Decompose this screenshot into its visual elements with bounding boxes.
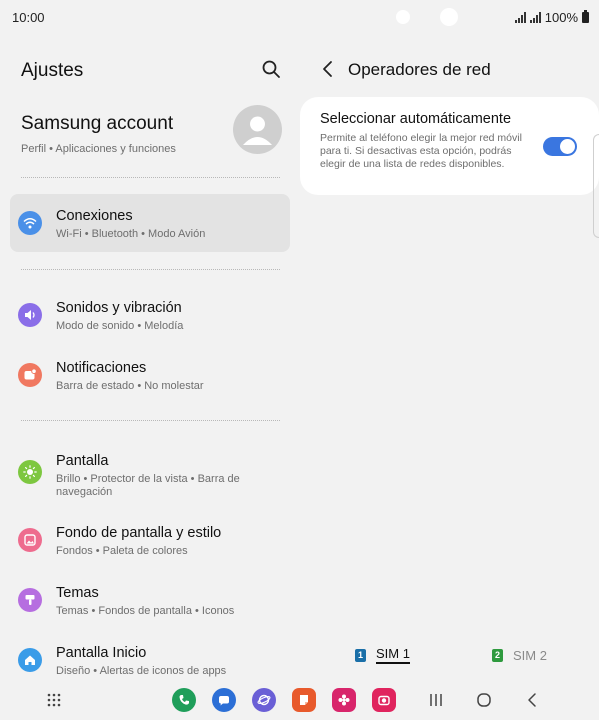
signal-sim2-icon bbox=[529, 12, 541, 23]
camera-cutout-icon bbox=[440, 8, 458, 26]
apps-button[interactable] bbox=[44, 689, 64, 711]
wifi-icon bbox=[18, 211, 42, 235]
notification-icon bbox=[18, 363, 42, 387]
menu-item-display[interactable]: Pantalla Brillo • Protector de la vista … bbox=[10, 439, 290, 505]
auto-select-title: Seleccionar automáticamente bbox=[320, 111, 512, 127]
status-indicators: 100% bbox=[514, 10, 589, 25]
camera-app-icon[interactable] bbox=[372, 688, 396, 712]
auto-select-toggle[interactable] bbox=[543, 137, 577, 156]
recent-apps-button[interactable] bbox=[426, 689, 446, 711]
sun-icon bbox=[18, 460, 42, 484]
menu-item-connections[interactable]: Conexiones Wi-Fi • Bluetooth • Modo Avió… bbox=[10, 194, 290, 252]
menu-item-title: Pantalla bbox=[56, 453, 109, 469]
settings-pane: Ajustes Samsung account Perfil • Aplicac… bbox=[0, 34, 300, 680]
status-time: 10:00 bbox=[12, 10, 45, 25]
menu-item-subtitle: Brillo • Protector de la vista • Barra d… bbox=[56, 473, 240, 498]
avatar bbox=[233, 105, 282, 154]
menu-item-subtitle: Temas • Fondos de pantalla • Iconos bbox=[56, 605, 235, 617]
speaker-icon bbox=[18, 303, 42, 327]
wallpaper-icon bbox=[18, 528, 42, 552]
menu-item-themes[interactable]: Temas Temas • Fondos de pantalla • Icono… bbox=[10, 571, 290, 629]
network-operators-pane: Operadores de red Seleccionar automática… bbox=[300, 34, 599, 680]
gallery-app-icon[interactable] bbox=[332, 688, 356, 712]
menu-item-title: Conexiones bbox=[56, 208, 133, 224]
menu-item-notifications[interactable]: Notificaciones Barra de estado • No mole… bbox=[10, 346, 290, 404]
menu-item-title: Notificaciones bbox=[56, 360, 147, 376]
apps-grid-icon bbox=[47, 693, 61, 707]
search-icon bbox=[262, 60, 280, 78]
sim-tabs: 1 SIM 1 2 SIM 2 bbox=[300, 642, 599, 666]
recent-apps-icon bbox=[430, 694, 442, 706]
back-button[interactable] bbox=[318, 58, 338, 80]
menu-item-subtitle: Wi-Fi • Bluetooth • Modo Avión bbox=[56, 228, 206, 240]
divider bbox=[21, 269, 280, 270]
tab-sim-1[interactable]: 1 SIM 1 bbox=[355, 644, 410, 666]
person-icon bbox=[243, 116, 272, 145]
camera-cutout-icon bbox=[396, 10, 410, 24]
chevron-left-icon bbox=[323, 61, 332, 77]
phone-app-icon[interactable] bbox=[172, 688, 196, 712]
signal-sim1-icon bbox=[514, 12, 526, 23]
divider bbox=[21, 177, 280, 178]
battery-level: 100% bbox=[544, 10, 578, 25]
sim-label: SIM 2 bbox=[513, 647, 547, 663]
menu-item-subtitle: Fondos • Paleta de colores bbox=[56, 545, 188, 557]
back-icon bbox=[528, 693, 536, 707]
menu-item-subtitle: Modo de sonido • Melodía bbox=[56, 320, 184, 332]
tab-sim-2[interactable]: 2 SIM 2 bbox=[492, 644, 547, 666]
nav-back-button[interactable] bbox=[522, 689, 542, 711]
internet-app-icon[interactable] bbox=[252, 688, 276, 712]
home-icon bbox=[18, 648, 42, 672]
menu-item-sounds[interactable]: Sonidos y vibración Modo de sonido • Mel… bbox=[10, 286, 290, 344]
auto-select-description: Permite al teléfono elegir la mejor red … bbox=[320, 132, 522, 170]
battery-icon bbox=[582, 10, 589, 23]
account-subtitle: Perfil • Aplicaciones y funciones bbox=[21, 143, 176, 155]
account-name: Samsung account bbox=[21, 113, 174, 134]
notes-app-icon[interactable] bbox=[292, 688, 316, 712]
brush-icon bbox=[18, 588, 42, 612]
status-bar: 10:00 100% bbox=[0, 0, 599, 34]
menu-item-title: Temas bbox=[56, 585, 99, 601]
navigation-bar bbox=[0, 680, 599, 720]
menu-item-title: Pantalla Inicio bbox=[56, 645, 147, 661]
messages-app-icon[interactable] bbox=[212, 688, 236, 712]
menu-item-title: Fondo de pantalla y estilo bbox=[56, 525, 222, 541]
sim-2-badge-icon: 2 bbox=[492, 648, 503, 662]
menu-item-subtitle: Diseño • Alertas de iconos de apps bbox=[56, 665, 227, 677]
home-circle-icon bbox=[477, 693, 491, 707]
page-title: Ajustes bbox=[21, 60, 84, 81]
detail-title: Operadores de red bbox=[348, 60, 491, 79]
menu-item-title: Sonidos y vibración bbox=[56, 300, 182, 316]
edge-panel-handle[interactable] bbox=[593, 134, 599, 238]
search-button[interactable] bbox=[260, 58, 282, 80]
menu-item-subtitle: Barra de estado • No molestar bbox=[56, 380, 204, 392]
home-button[interactable] bbox=[474, 689, 494, 711]
sim-1-badge-icon: 1 bbox=[355, 648, 366, 662]
sim-label: SIM 1 bbox=[376, 646, 410, 664]
auto-select-card[interactable]: Seleccionar automáticamente Permite al t… bbox=[300, 97, 599, 195]
divider bbox=[21, 420, 280, 421]
samsung-account[interactable]: Samsung account Perfil • Aplicaciones y … bbox=[0, 100, 300, 164]
menu-item-wallpaper[interactable]: Fondo de pantalla y estilo Fondos • Pale… bbox=[10, 511, 290, 569]
